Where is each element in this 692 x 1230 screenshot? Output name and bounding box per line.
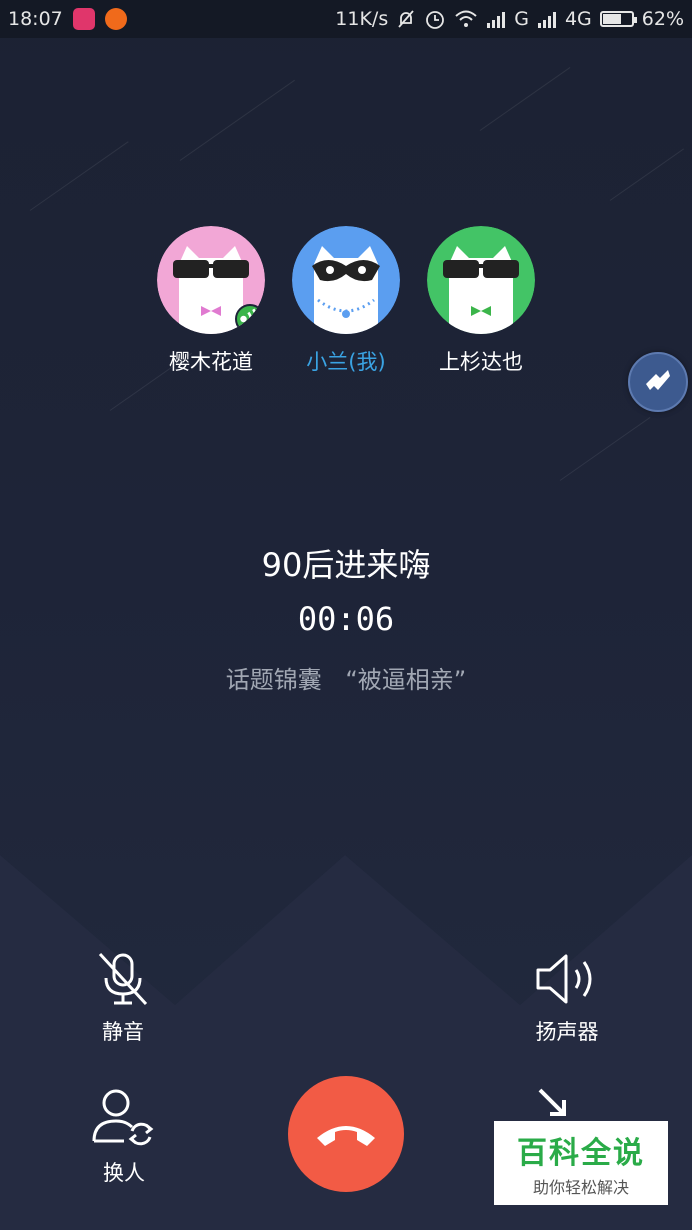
minimize-arrow-icon bbox=[538, 1088, 566, 1116]
signal-type-4g: 4G bbox=[564, 8, 592, 30]
mute-label: 静音 bbox=[102, 1020, 144, 1044]
battery-icon bbox=[599, 11, 637, 27]
hang-up-button[interactable] bbox=[288, 1076, 404, 1192]
watermark-subtitle: 助你轻松解决 bbox=[532, 1178, 629, 1197]
floating-assistant-button[interactable] bbox=[628, 352, 688, 412]
app-icon bbox=[72, 8, 95, 30]
participant-name: 樱木花道 bbox=[169, 350, 253, 374]
mute-bell-icon bbox=[398, 10, 414, 28]
avatar[interactable] bbox=[157, 226, 265, 334]
watermark: 百科全说 助你轻松解决 bbox=[494, 1121, 668, 1205]
participant-3[interactable]: 上杉达也 bbox=[427, 226, 535, 376]
avatar[interactable] bbox=[427, 226, 535, 334]
speaker-label: 扬声器 bbox=[535, 1020, 599, 1044]
network-speed: 11K/s bbox=[335, 8, 389, 30]
switch-person-button[interactable]: 换人 bbox=[90, 1085, 158, 1187]
wifi-icon bbox=[455, 10, 477, 27]
room-title: 90后进来嗨 bbox=[261, 546, 431, 584]
participant-list: 樱木花道 小兰(我) 上杉达也 bbox=[0, 226, 692, 376]
watermark-title: 百科全说 bbox=[517, 1136, 645, 1171]
microphone-muted-icon bbox=[98, 952, 148, 1006]
signal-icon bbox=[487, 12, 506, 28]
signal-type-g: G bbox=[514, 8, 529, 30]
switch-user-icon bbox=[92, 1089, 154, 1146]
mute-button[interactable]: 静音 bbox=[94, 950, 152, 1046]
hang-up-phone-icon bbox=[317, 1126, 375, 1146]
battery-percent: 62% bbox=[641, 8, 684, 30]
speaking-icon bbox=[235, 304, 265, 334]
battery-level bbox=[602, 14, 622, 24]
participant-2[interactable]: 小兰(我) bbox=[292, 226, 400, 376]
participant-name: 小兰(我) bbox=[306, 350, 386, 374]
status-time: 18:07 bbox=[8, 8, 63, 30]
app-icon bbox=[104, 8, 127, 30]
participant-1[interactable]: 樱木花道 bbox=[157, 226, 265, 376]
signal-icon bbox=[537, 12, 556, 28]
avatar[interactable] bbox=[292, 226, 400, 334]
speaker-icon bbox=[536, 954, 592, 1004]
cat-avatar-icon bbox=[292, 226, 400, 334]
topic-tip[interactable]: 话题锦囊 “被逼相亲” bbox=[0, 660, 692, 695]
call-timer: 00:06 bbox=[297, 600, 395, 638]
status-bar: 18:07 11K/s G 4G 62% bbox=[0, 0, 692, 38]
assistant-icon bbox=[646, 370, 670, 390]
topic-label: 话题锦囊 bbox=[225, 666, 322, 694]
participant-name: 上杉达也 bbox=[439, 350, 523, 374]
switch-label: 换人 bbox=[103, 1161, 145, 1185]
minimize-button[interactable] bbox=[536, 1086, 570, 1120]
topic-value: “被逼相亲” bbox=[345, 666, 467, 694]
call-screen: 18:07 11K/s G 4G 62% 樱木花道 小兰(我) 上杉达也 90后… bbox=[0, 0, 692, 1230]
cat-avatar-icon bbox=[427, 226, 535, 334]
alarm-icon bbox=[426, 11, 445, 29]
speaker-button[interactable]: 扬声器 bbox=[532, 950, 602, 1046]
